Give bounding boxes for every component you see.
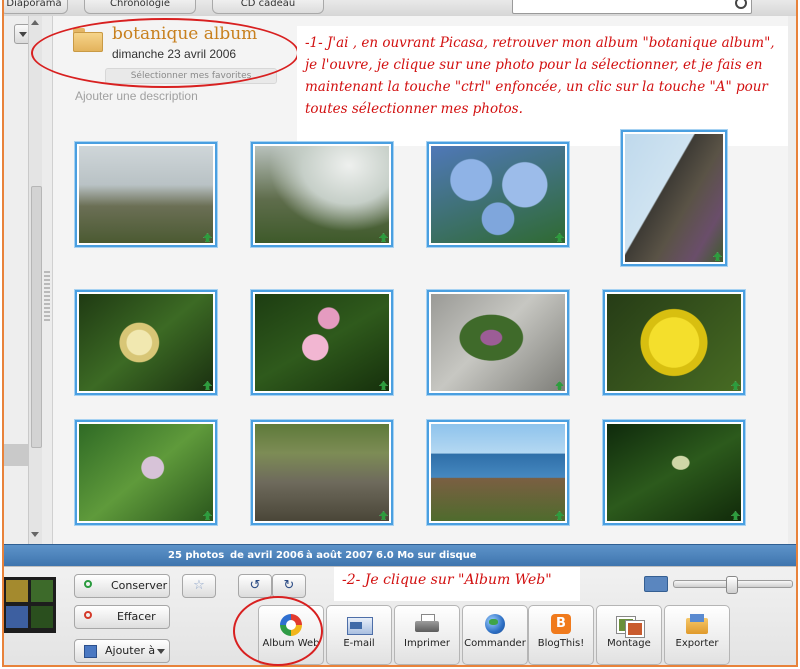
order-label: Commander bbox=[464, 638, 526, 649]
rotate-right-button[interactable]: ↻ bbox=[272, 574, 306, 598]
rotate-left-button[interactable]: ↺ bbox=[238, 574, 272, 598]
photo-thumbnail[interactable] bbox=[75, 290, 217, 395]
tray-thumb[interactable] bbox=[6, 580, 28, 602]
blogthis-label: BlogThis! bbox=[537, 638, 585, 649]
photo-thumbnail[interactable] bbox=[75, 420, 217, 525]
keep-icon bbox=[84, 580, 92, 588]
highlight-ellipse-album bbox=[31, 18, 299, 88]
export-label: Exporter bbox=[675, 638, 719, 649]
email-icon bbox=[346, 614, 373, 636]
status-bar: 25 photos de avril 2006 à août 2007 6.0 … bbox=[4, 544, 796, 567]
montage-label: Montage bbox=[607, 638, 651, 649]
folder-list-panel[interactable] bbox=[4, 16, 43, 544]
star-button[interactable]: ☆ bbox=[182, 574, 216, 598]
tab-chronologie[interactable]: Chronologie bbox=[84, 0, 196, 14]
tab-diaporama[interactable]: Diaporama bbox=[4, 0, 68, 14]
photo-thumbnail[interactable] bbox=[427, 420, 569, 525]
print-button[interactable]: Imprimer bbox=[394, 605, 460, 665]
printer-icon bbox=[414, 614, 440, 636]
annotation-step-1: -1- J'ai , en ouvrant Picasa, retrouver … bbox=[297, 26, 796, 146]
zoom-slider-knob[interactable] bbox=[726, 576, 738, 594]
email-label: E-mail bbox=[343, 638, 375, 649]
order-button[interactable]: Commander bbox=[462, 605, 528, 665]
add-to-icon bbox=[84, 645, 97, 658]
scroll-up-arrow[interactable] bbox=[31, 20, 39, 25]
misty-hillside-image bbox=[79, 146, 213, 243]
panel-splitter[interactable] bbox=[42, 16, 53, 544]
photo-thumbnail[interactable] bbox=[75, 142, 217, 247]
chevron-down-icon bbox=[157, 649, 165, 654]
clear-icon bbox=[84, 611, 92, 619]
app-window: Diaporama Chronologie CD cadeau botaniqu… bbox=[2, 0, 798, 667]
add-to-label: Ajouter à bbox=[105, 644, 156, 657]
grass-spikelet-image bbox=[607, 424, 741, 521]
photo-thumbnail[interactable] bbox=[251, 290, 393, 395]
album-view: botanique album dimanche 23 avril 2006 S… bbox=[31, 16, 796, 544]
status-range-end: à août 2007 bbox=[306, 550, 374, 561]
tray-thumb[interactable] bbox=[6, 606, 28, 628]
photo-thumbnail[interactable] bbox=[251, 142, 393, 247]
email-button[interactable]: E-mail bbox=[326, 605, 392, 665]
status-disk-size: 6.0 Mo sur disque bbox=[376, 550, 477, 561]
keep-button[interactable]: Conserver bbox=[74, 574, 170, 598]
rocky-path-image bbox=[255, 424, 389, 521]
yellow-flowers-image bbox=[607, 294, 741, 391]
clover-grass-image bbox=[79, 424, 213, 521]
globe-icon bbox=[482, 614, 508, 636]
zoom-slider[interactable] bbox=[673, 576, 793, 594]
coastline-sea-image bbox=[431, 424, 565, 521]
annotation-step-2: -2- Je clique sur "Album Web" bbox=[334, 567, 580, 601]
add-to-button[interactable]: Ajouter à bbox=[74, 639, 170, 663]
photo-thumbnail[interactable] bbox=[621, 130, 727, 266]
tray-thumb[interactable] bbox=[31, 580, 53, 602]
clear-button[interactable]: Effacer bbox=[74, 605, 170, 629]
photo-grid-scrollbar[interactable] bbox=[788, 16, 796, 544]
keep-label: Conserver bbox=[111, 579, 168, 592]
export-button[interactable]: Exporter bbox=[664, 605, 730, 665]
highlight-circle-web-album bbox=[233, 596, 323, 666]
folder-list-scrollbar[interactable] bbox=[28, 16, 43, 544]
blogthis-button[interactable]: B BlogThis! bbox=[528, 605, 594, 665]
photo-thumbnail[interactable] bbox=[603, 420, 745, 525]
purple-flowers-rock-image bbox=[431, 294, 565, 391]
photo-thumbnail[interactable] bbox=[603, 290, 745, 395]
splitter-grip[interactable] bbox=[44, 271, 50, 321]
blogger-icon: B bbox=[548, 614, 574, 636]
zoom-icon bbox=[644, 576, 668, 592]
top-toolbar: Diaporama Chronologie CD cadeau bbox=[4, 0, 796, 17]
photo-thumbnail[interactable] bbox=[251, 420, 393, 525]
print-label: Imprimer bbox=[404, 638, 450, 649]
tray-thumb[interactable] bbox=[31, 606, 53, 628]
pink-bramble-flowers-image bbox=[255, 294, 389, 391]
search-icon bbox=[735, 0, 747, 9]
trees-in-fog-image bbox=[255, 146, 389, 243]
montage-button[interactable]: Montage bbox=[596, 605, 662, 665]
add-description-field[interactable]: Ajouter une description bbox=[75, 89, 198, 103]
tab-cd-cadeau[interactable]: CD cadeau bbox=[212, 0, 324, 14]
export-folder-icon bbox=[684, 614, 710, 636]
selected-folder-row[interactable] bbox=[4, 444, 28, 466]
honeysuckle-image bbox=[79, 294, 213, 391]
search-input[interactable] bbox=[512, 0, 752, 14]
photo-thumbnail[interactable] bbox=[427, 142, 569, 247]
status-range-start: de avril 2006 bbox=[230, 550, 304, 561]
rock-spire-coast-image bbox=[625, 134, 723, 262]
scroll-down-arrow[interactable] bbox=[31, 532, 39, 537]
tray-thumbnails[interactable] bbox=[4, 577, 56, 633]
blue-hydrangeas-image bbox=[431, 146, 565, 243]
clear-label: Effacer bbox=[117, 610, 156, 623]
photo-thumbnail[interactable] bbox=[427, 290, 569, 395]
scroll-thumb[interactable] bbox=[31, 186, 42, 448]
photo-tray: Conserver Effacer Ajouter à ☆ ↺ ↻ -2- Je… bbox=[4, 566, 796, 665]
montage-icon bbox=[616, 614, 644, 637]
status-photo-count: 25 photos bbox=[168, 550, 225, 561]
